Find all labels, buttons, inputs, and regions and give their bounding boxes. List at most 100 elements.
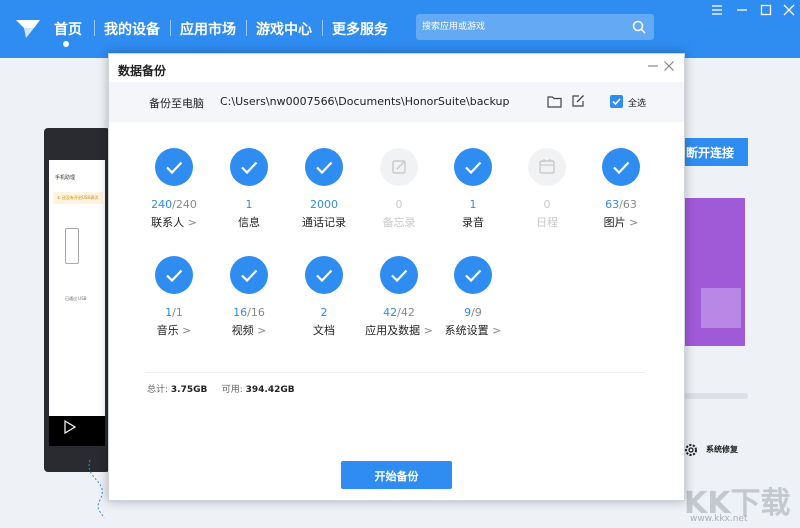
search-input[interactable] xyxy=(422,14,622,40)
backup-item-call-log[interactable]: 2000 通话记录 xyxy=(284,148,364,238)
nav-home[interactable]: 首页 xyxy=(54,19,82,39)
nav-game-center[interactable]: 游戏中心 xyxy=(256,19,312,39)
menu-icon[interactable] xyxy=(710,3,724,17)
close-icon[interactable] xyxy=(782,3,796,17)
item-count: 0 xyxy=(395,198,403,211)
item-label[interactable]: 应用及数据 > xyxy=(359,322,439,338)
item-count-row: 0 xyxy=(359,198,439,211)
item-total: 42 xyxy=(400,306,415,319)
item-label-text: 录音 xyxy=(462,216,484,229)
item-count-row: 42/42 xyxy=(359,306,439,319)
item-count-row: 240/240 xyxy=(134,198,214,211)
promo-banner[interactable] xyxy=(685,198,745,346)
check-icon[interactable] xyxy=(380,256,418,294)
backup-dialog: 数据备份 备份至电脑 C:\Users\nw0007566\Documents\… xyxy=(108,53,685,501)
edit-icon[interactable] xyxy=(571,94,585,108)
chevron-right-icon[interactable]: > xyxy=(254,324,266,337)
item-label-text: 备忘录 xyxy=(382,216,416,229)
backup-item-photos[interactable]: 63/63 图片 > xyxy=(581,148,661,238)
nav-active-indicator xyxy=(63,41,69,47)
dialog-minimize-icon[interactable] xyxy=(647,60,659,72)
backup-path-bar: 备份至电脑 C:\Users\nw0007566\Documents\Honor… xyxy=(109,82,684,122)
select-all-checkbox[interactable] xyxy=(610,95,623,108)
item-label-text: 视频 xyxy=(231,324,254,337)
item-count: 1 xyxy=(469,198,477,211)
check-icon[interactable] xyxy=(155,256,193,294)
item-count: 16 xyxy=(233,306,248,319)
dialog-title: 数据备份 xyxy=(118,64,167,78)
summary-divider xyxy=(145,372,645,373)
dialog-close-icon[interactable] xyxy=(663,60,675,72)
item-label[interactable]: 音乐 > xyxy=(134,322,214,338)
gear-icon[interactable] xyxy=(683,442,699,458)
check-icon[interactable] xyxy=(454,256,492,294)
item-label[interactable]: 联系人 > xyxy=(134,214,214,230)
backup-item-apps[interactable]: 42/42 应用及数据 > xyxy=(359,256,439,346)
start-backup-button[interactable]: 开始备份 xyxy=(341,461,452,489)
backup-item-videos[interactable]: 16/16 视频 > xyxy=(209,256,289,346)
backup-item-calendar: 0 日程 xyxy=(507,148,587,238)
select-all-label[interactable]: 全选 xyxy=(628,96,646,109)
watermark-url: www.kkx.net xyxy=(690,514,748,524)
item-label: 信息 xyxy=(209,214,289,230)
backup-item-music[interactable]: 1/1 音乐 > xyxy=(134,256,214,346)
chevron-right-icon[interactable]: > xyxy=(179,324,191,337)
phone-preview: 手机助理 ① 还没有开启USB调试 已通过 USB xyxy=(44,128,110,472)
disconnect-button[interactable]: 断开连接 xyxy=(682,138,748,166)
nav-divider xyxy=(170,20,171,36)
item-count: 0 xyxy=(543,198,551,211)
item-label[interactable]: 系统设置 > xyxy=(433,322,513,338)
item-label[interactable]: 视频 > xyxy=(209,322,289,338)
check-icon[interactable] xyxy=(454,148,492,186)
item-count: 1 xyxy=(245,198,253,211)
backup-item-documents[interactable]: 2 文档 xyxy=(284,256,364,346)
app-logo-icon xyxy=(16,20,40,38)
item-count-row: 1 xyxy=(209,198,289,211)
item-total: 16 xyxy=(250,306,265,319)
system-repair-label[interactable]: 系统修复 xyxy=(706,444,738,455)
available-value: 394.42GB xyxy=(245,385,295,395)
phone-video-bar xyxy=(49,416,105,446)
item-count-row: 1 xyxy=(433,198,513,211)
item-count-row: 2000 xyxy=(284,198,364,211)
item-label-text: 联系人 xyxy=(151,216,185,229)
backup-item-recordings[interactable]: 1 录音 xyxy=(433,148,513,238)
backup-item-contacts[interactable]: 240/240 联系人 > xyxy=(134,148,214,238)
nav-my-devices[interactable]: 我的设备 xyxy=(104,19,160,39)
check-icon[interactable] xyxy=(230,256,268,294)
item-label: 录音 xyxy=(433,214,513,230)
backup-item-settings[interactable]: 9/9 系统设置 > xyxy=(433,256,513,346)
chevron-right-icon[interactable]: > xyxy=(184,216,197,229)
item-count-row: 0 xyxy=(507,198,587,211)
phone-screen: 手机助理 ① 还没有开启USB调试 已通过 USB xyxy=(49,160,105,432)
item-count-row: 16/16 xyxy=(209,306,289,319)
nav-divider xyxy=(322,20,323,36)
check-icon[interactable] xyxy=(230,148,268,186)
storage-summary: 总计: 3.75GB 可用: 394.42GB xyxy=(147,382,295,395)
search-icon[interactable] xyxy=(631,19,647,35)
item-label-text: 文档 xyxy=(313,324,335,337)
nav-app-market[interactable]: 应用市场 xyxy=(180,19,236,39)
item-count: 240 xyxy=(151,198,173,211)
nav-divider xyxy=(246,20,247,36)
check-icon[interactable] xyxy=(155,148,193,186)
folder-icon[interactable] xyxy=(547,95,562,108)
item-count: 2 xyxy=(320,306,328,319)
chevron-right-icon[interactable]: > xyxy=(626,216,638,229)
phone-footer-text: 已通过 USB xyxy=(65,296,87,301)
check-icon[interactable] xyxy=(602,148,640,186)
check-icon[interactable] xyxy=(305,148,343,186)
check-icon[interactable] xyxy=(305,256,343,294)
memo-icon xyxy=(380,148,418,186)
nav-more-services[interactable]: 更多服务 xyxy=(332,19,388,39)
minimize-icon[interactable] xyxy=(735,3,749,17)
item-label[interactable]: 图片 > xyxy=(581,214,661,230)
item-total: 1 xyxy=(175,306,183,319)
item-count: 63 xyxy=(605,198,620,211)
item-label: 通话记录 xyxy=(284,214,364,230)
backup-item-messages[interactable]: 1 信息 xyxy=(209,148,289,238)
chevron-right-icon[interactable]: > xyxy=(489,324,501,337)
play-icon[interactable] xyxy=(64,420,76,434)
chevron-right-icon[interactable]: > xyxy=(420,324,433,337)
maximize-icon[interactable] xyxy=(759,3,773,17)
